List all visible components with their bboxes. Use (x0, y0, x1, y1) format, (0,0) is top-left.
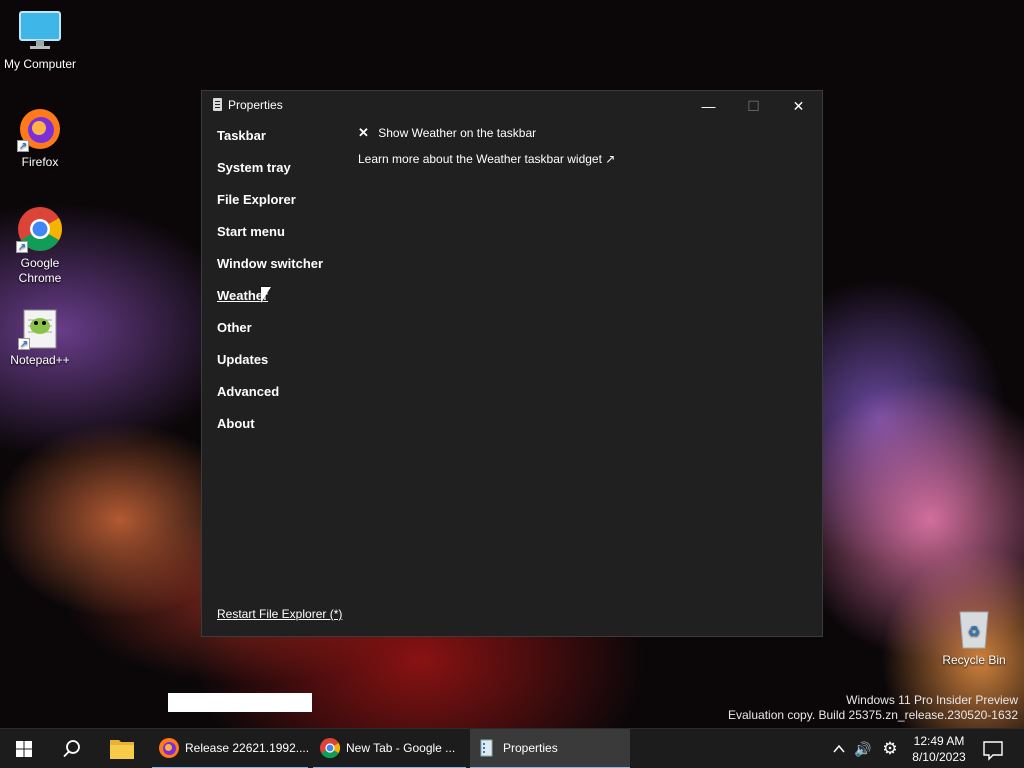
settings-gear-icon[interactable]: ⚙ (879, 729, 901, 768)
watermark-edition: Windows 11 Pro Insider Preview (846, 693, 1018, 707)
desktop-icon-notepadpp[interactable]: ↗ Notepad++ (0, 306, 80, 368)
volume-icon[interactable]: 🔊 (852, 729, 874, 768)
chrome-icon (319, 737, 341, 759)
properties-window: Properties — ☐ ✕ Taskbar System tray Fil… (201, 90, 823, 637)
window-titlebar[interactable]: Properties — ☐ ✕ (202, 91, 822, 121)
clock-date: 8/10/2023 (912, 750, 966, 764)
monitor-icon (18, 10, 62, 54)
desktop-icon-my-computer[interactable]: My Computer (0, 10, 80, 72)
watermark-build: Evaluation copy. Build 25375.zn_release.… (728, 708, 1018, 722)
taskbar-task-chrome[interactable]: New Tab - Google ... (313, 729, 466, 768)
notification-icon (983, 741, 1003, 761)
minimize-button[interactable]: — (686, 91, 731, 121)
nav-item-about[interactable]: About (217, 416, 357, 448)
desktop-icon-label: My Computer (3, 57, 77, 71)
close-button[interactable]: ✕ (776, 91, 821, 121)
firefox-icon: ↗ (17, 106, 63, 152)
nav-item-window-switcher[interactable]: Window switcher (217, 256, 357, 288)
task-label: Release 22621.1992.... (185, 741, 308, 755)
search-icon (63, 740, 80, 758)
firefox-icon (158, 737, 180, 759)
show-weather-option[interactable]: ✕ Show Weather on the taskbar (358, 125, 615, 151)
notepadpp-icon: ↗ (18, 306, 62, 350)
nav-item-taskbar[interactable]: Taskbar (217, 128, 357, 160)
desktop-icon-label: Firefox (21, 155, 59, 169)
show-weather-label: Show Weather on the taskbar (378, 126, 537, 140)
desktop-icon-recycle-bin[interactable]: ♻ Recycle Bin (934, 604, 1014, 668)
recycle-bin-icon: ♻ (954, 604, 994, 650)
shortcut-arrow-icon: ↗ (16, 241, 28, 253)
taskbar-task-firefox[interactable]: Release 22621.1992.... (152, 729, 308, 768)
properties-icon (476, 737, 498, 759)
checkbox-x-icon: ✕ (358, 125, 369, 140)
taskbar-task-properties[interactable]: Properties (470, 729, 630, 768)
svg-text:♻: ♻ (968, 624, 981, 640)
notification-center-button[interactable] (978, 729, 1008, 768)
desktop-icon-google-chrome[interactable]: ↗ Google Chrome (0, 205, 80, 286)
nav-item-updates[interactable]: Updates (217, 352, 357, 384)
search-button[interactable] (48, 729, 96, 768)
learn-more-link[interactable]: Learn more about the Weather taskbar wid… (358, 151, 615, 167)
desktop-icon-label: Recycle Bin (942, 653, 1006, 667)
desktop-icon-label: Notepad++ (10, 353, 70, 367)
taskbar-clock[interactable]: 12:49 AM 8/10/2023 (902, 733, 976, 765)
clock-time: 12:49 AM (913, 734, 965, 748)
windows-watermark: Windows 11 Pro Insider Preview Evaluatio… (728, 693, 1018, 723)
nav-item-start-menu[interactable]: Start menu (217, 224, 357, 256)
nav-item-file-explorer[interactable]: File Explorer (217, 192, 357, 224)
chrome-icon: ↗ (16, 205, 64, 253)
task-label: Properties (503, 741, 558, 755)
task-label: New Tab - Google ... (346, 741, 456, 755)
nav-item-system-tray[interactable]: System tray (217, 160, 357, 192)
weather-settings-panel: ✕ Show Weather on the taskbar Learn more… (358, 125, 615, 167)
restart-file-explorer-link[interactable]: Restart File Explorer (*) (217, 607, 342, 621)
shortcut-arrow-icon: ↗ (18, 338, 30, 350)
settings-nav: Taskbar System tray File Explorer Start … (217, 128, 357, 448)
window-title: Properties (228, 98, 283, 112)
file-explorer-taskbar-button[interactable] (98, 729, 146, 768)
desktop-icon-label: Google Chrome (18, 256, 62, 285)
properties-app-icon (213, 98, 222, 111)
windows-logo-icon (16, 741, 32, 757)
desktop-icon-firefox[interactable]: ↗ Firefox (0, 106, 80, 170)
blank-white-bar (168, 693, 312, 712)
nav-item-weather[interactable]: Weather (217, 288, 357, 320)
show-hidden-icons-chevron-icon[interactable] (830, 729, 848, 768)
nav-item-other[interactable]: Other (217, 320, 357, 352)
maximize-button[interactable]: ☐ (731, 91, 776, 121)
shortcut-arrow-icon: ↗ (17, 140, 29, 152)
start-button[interactable] (0, 729, 48, 768)
folder-icon (110, 740, 134, 759)
nav-item-advanced[interactable]: Advanced (217, 384, 357, 416)
taskbar: Release 22621.1992.... New Tab - Google … (0, 728, 1024, 768)
mouse-cursor-icon (261, 287, 271, 303)
